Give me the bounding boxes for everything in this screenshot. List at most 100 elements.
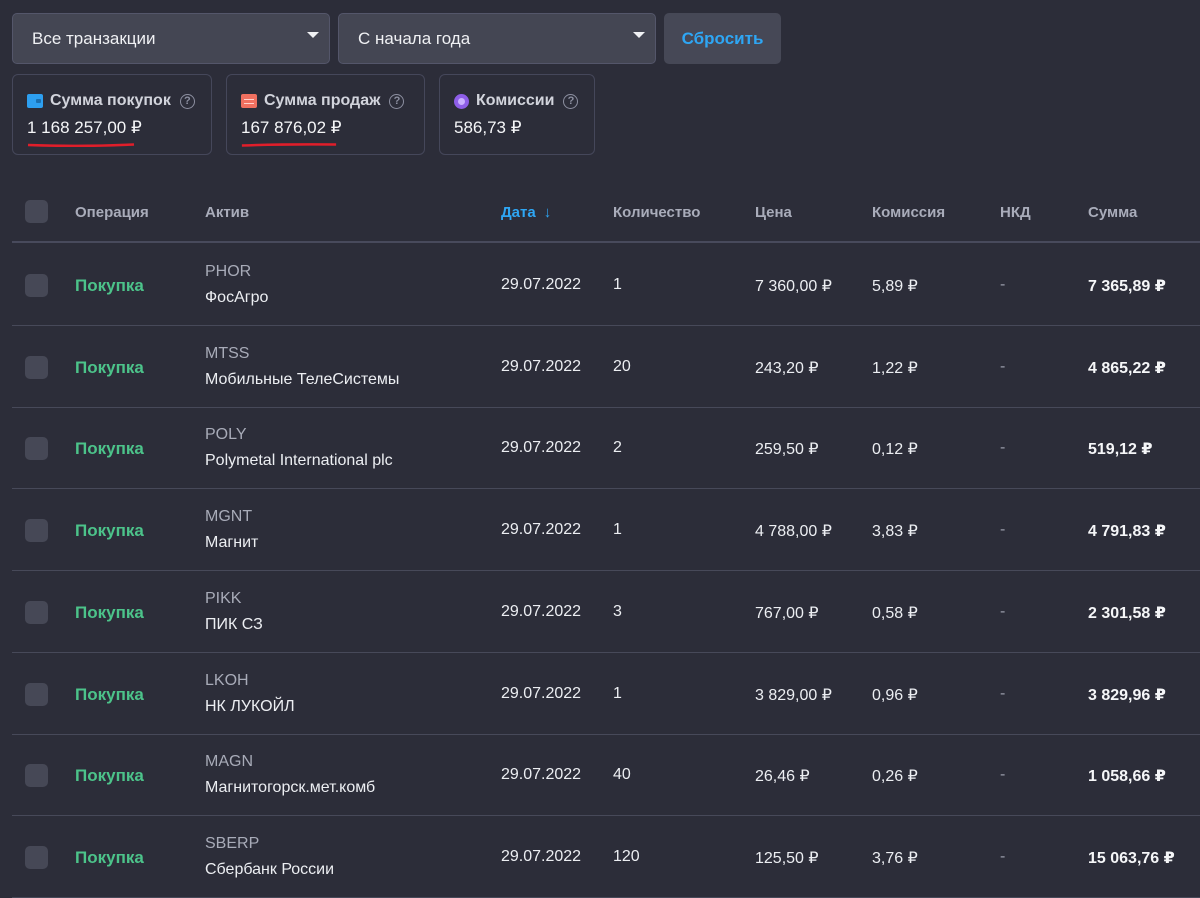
operation-type: Покупка <box>75 684 144 704</box>
purchases-card: Сумма покупок ? 1 168 257,00 ₽ <box>12 74 212 155</box>
asset-ticker: MGNT <box>205 508 253 526</box>
purchases-value: 1 168 257,00 ₽ <box>27 118 142 137</box>
transactions-select[interactable]: Все транзакции <box>12 13 330 64</box>
sales-label: Сумма продаж <box>264 92 381 109</box>
price-value: 243,20 ₽ <box>755 359 819 377</box>
asset-name[interactable]: Магнитогорск.мет.комб <box>205 779 375 797</box>
asset-name[interactable]: ПИК СЗ <box>205 616 263 634</box>
date-value: 29.07.2022 <box>501 684 582 702</box>
commission-value: 1,22 ₽ <box>872 359 918 377</box>
column-quantity[interactable]: Количество <box>613 204 700 221</box>
row-checkbox[interactable] <box>25 845 48 869</box>
operation-type: Покупка <box>75 766 144 786</box>
period-select[interactable]: С начала года <box>338 13 656 64</box>
operation-type: Покупка <box>75 439 144 459</box>
asset-name[interactable]: Polymetal International plc <box>205 452 393 470</box>
select-all-checkbox[interactable] <box>25 200 48 223</box>
date-value: 29.07.2022 <box>501 439 582 457</box>
nkd-value: - <box>1000 847 1006 865</box>
commission-value: 0,58 ₽ <box>872 604 918 622</box>
price-value: 125,50 ₽ <box>755 849 819 867</box>
price-value: 26,46 ₽ <box>755 768 810 786</box>
row-checkbox[interactable] <box>25 682 48 706</box>
operation-type: Покупка <box>75 602 144 622</box>
nkd-value: - <box>1000 766 1006 784</box>
cash-icon <box>241 94 257 108</box>
operation-type: Покупка <box>75 276 144 295</box>
quantity-value: 3 <box>613 602 622 620</box>
chevron-down-icon <box>307 31 319 38</box>
purchases-label: Сумма покупок <box>50 92 171 109</box>
reset-button[interactable]: Сбросить <box>664 13 781 64</box>
row-checkbox[interactable] <box>25 355 48 379</box>
chevron-down-icon <box>633 31 645 38</box>
price-value: 3 829,00 ₽ <box>755 686 832 704</box>
table-header: Операция Актив Дата ↓ Количество Цена Ком… <box>12 181 1200 243</box>
asset-ticker: POLY <box>205 426 247 444</box>
sum-value: 2 301,58 ₽ <box>1088 604 1166 622</box>
table-row[interactable]: Покупка MAGN Магнитогорск.мет.комб 29.07.20… <box>12 734 1200 817</box>
help-icon[interactable]: ? <box>389 93 405 109</box>
quantity-value: 40 <box>613 766 631 784</box>
column-nkd[interactable]: НКД <box>1000 204 1031 221</box>
table-row[interactable]: Покупка MGNT Магнит 29.07.2022 1 4 788,00 ₽ 3,… <box>12 489 1200 572</box>
row-checkbox[interactable] <box>25 519 48 543</box>
column-price[interactable]: Цена <box>755 204 792 221</box>
price-value: 259,50 ₽ <box>755 441 819 459</box>
column-commission[interactable]: Комиссия <box>872 204 945 221</box>
asset-ticker: PIKK <box>205 589 242 607</box>
asset-name[interactable]: Сбербанк России <box>205 861 334 879</box>
commission-value: 0,12 ₽ <box>872 441 918 459</box>
sales-value: 167 876,02 ₽ <box>241 118 342 137</box>
row-checkbox[interactable] <box>25 600 48 624</box>
table-row[interactable]: Покупка PHOR ФосАгро 29.07.2022 1 7 360,00 ₽ 5… <box>12 244 1200 326</box>
sum-value: 519,12 ₽ <box>1088 441 1153 459</box>
price-value: 767,00 ₽ <box>755 604 819 622</box>
red-underline-annotation <box>27 143 135 147</box>
help-icon[interactable]: ? <box>179 93 195 109</box>
help-icon[interactable]: ? <box>563 93 579 109</box>
sales-card-header: Сумма продаж ? <box>241 92 410 110</box>
nkd-value: - <box>1000 602 1006 620</box>
commission-value: 0,26 ₽ <box>872 768 918 786</box>
table-row[interactable]: Покупка SBERP Сбербанк России 29.07.2022 120… <box>12 816 1200 898</box>
column-date[interactable]: Дата ↓ <box>501 204 551 221</box>
column-operation[interactable]: Операция <box>75 204 149 221</box>
sum-value: 4 865,22 ₽ <box>1088 359 1166 377</box>
commissions-label: Комиссии <box>476 92 555 109</box>
table-row[interactable]: Покупка MTSS Мобильные ТелеСистемы 29.07.20… <box>12 326 1200 408</box>
asset-name[interactable]: НК ЛУКОЙЛ <box>205 698 295 716</box>
quantity-value: 20 <box>613 357 631 375</box>
row-checkbox[interactable] <box>25 437 48 461</box>
asset-ticker: MAGN <box>205 753 253 771</box>
asset-name[interactable]: ФосАгро <box>205 289 268 307</box>
date-value: 29.07.2022 <box>501 602 582 620</box>
summary-cards: Сумма покупок ? 1 168 257,00 ₽ Сумма про… <box>12 74 595 155</box>
column-asset[interactable]: Актив <box>205 204 249 221</box>
column-sum[interactable]: Сумма <box>1088 204 1137 221</box>
date-value: 29.07.2022 <box>501 766 582 784</box>
quantity-value: 120 <box>613 847 640 865</box>
sum-value: 1 058,66 ₽ <box>1088 768 1166 786</box>
table-row[interactable]: Покупка LKOH НК ЛУКОЙЛ 29.07.2022 1 3 829,00 … <box>12 653 1200 735</box>
commissions-value: 586,73 ₽ <box>454 118 522 137</box>
asset-name[interactable]: Мобильные ТелеСистемы <box>205 371 399 389</box>
operation-type: Покупка <box>75 521 144 541</box>
price-value: 4 788,00 ₽ <box>755 523 832 541</box>
quantity-value: 2 <box>613 439 622 457</box>
sum-value: 4 791,83 ₽ <box>1088 523 1166 541</box>
transactions-select-value: Все транзакции <box>32 28 156 48</box>
table-row[interactable]: Покупка PIKK ПИК СЗ 29.07.2022 3 767,00 ₽ 0,58… <box>12 571 1200 653</box>
sales-card: Сумма продаж ? 167 876,02 ₽ <box>226 74 425 155</box>
operation-type: Покупка <box>75 357 144 377</box>
asset-name[interactable]: Магнит <box>205 534 258 552</box>
row-checkbox[interactable] <box>25 764 48 788</box>
asset-ticker: SBERP <box>205 834 260 852</box>
table-row[interactable]: Покупка POLY Polymetal International plc 29… <box>12 407 1200 490</box>
quantity-value: 1 <box>613 684 622 702</box>
date-value: 29.07.2022 <box>501 521 582 539</box>
nkd-value: - <box>1000 357 1006 375</box>
sum-value: 3 829,96 ₽ <box>1088 686 1166 704</box>
period-select-value: С начала года <box>358 28 471 48</box>
row-checkbox[interactable] <box>25 274 48 297</box>
